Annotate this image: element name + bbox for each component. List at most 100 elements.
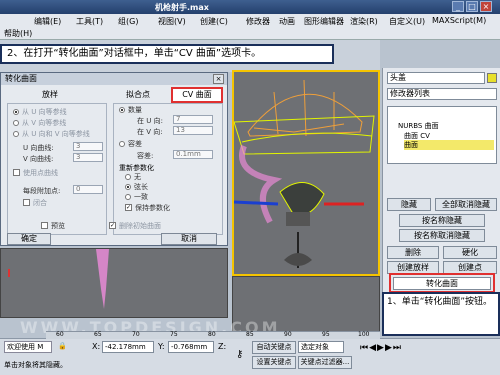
object-name-field[interactable]: 头盖	[387, 72, 485, 84]
viewport-perspective[interactable]	[232, 70, 380, 276]
unhide-by-name-button[interactable]: 按名称取消隐藏	[399, 229, 485, 242]
menu-group[interactable]: 组(G)	[118, 16, 138, 27]
convert-surface-dialog: 转化曲面 × 放样 拟合点 CV 曲面 从 U 向等参线 从 V 向等参线 从 …	[0, 72, 228, 246]
object-color-swatch[interactable]	[487, 73, 497, 83]
tolerance-spinner[interactable]: 0.1mm	[173, 150, 213, 159]
modifier-list-label: 修改器列表	[390, 89, 430, 98]
menu-rendering[interactable]: 渲染(R)	[350, 16, 378, 27]
tick-65: 65	[94, 331, 102, 338]
in-v-label: 在 V 向:	[137, 128, 163, 136]
auto-key-button[interactable]: 自动关键点	[252, 341, 296, 354]
menu-graph-editors[interactable]: 图形编辑器	[304, 16, 344, 27]
tab-fit-points[interactable]: 拟合点	[111, 89, 165, 101]
keep-params-label: 保持参数化	[135, 204, 170, 212]
from-uv-iso-label: 从 U 向和 V 向等参线	[22, 130, 90, 138]
in-u-spinner[interactable]: 7	[173, 115, 213, 124]
close-checkbox[interactable]	[23, 199, 30, 206]
from-u-iso-label: 从 U 向等参线	[22, 108, 67, 116]
x-label: X:	[92, 342, 101, 351]
delete-button[interactable]: 删除	[387, 246, 439, 259]
chord-length-label: 弦长	[134, 183, 148, 191]
dialog-title: 转化曲面	[1, 73, 227, 85]
uniform-label: 一致	[134, 193, 148, 201]
playback-controls[interactable]: ⏮◀▶▶⏭	[360, 343, 402, 353]
x-coordinate-field[interactable]: -42.178mm	[102, 341, 154, 353]
u-curves-spinner[interactable]: 3	[73, 142, 103, 151]
from-v-iso-radio[interactable]	[13, 120, 19, 126]
y-label: Y:	[158, 342, 165, 351]
menu-tools[interactable]: 工具(T)	[76, 16, 103, 27]
in-v-spinner[interactable]: 13	[173, 126, 213, 135]
delete-original-label: 删除初始曲面	[119, 222, 161, 230]
viewport-front-graphics	[8, 249, 109, 309]
menu-bar: 编辑(E) 工具(T) 组(G) 视图(V) 创建(C) 修改器 动画 图形编辑…	[0, 14, 500, 40]
keep-params-checkbox[interactable]: ✓	[125, 204, 132, 211]
close-button[interactable]: ×	[480, 1, 492, 12]
v-curves-spinner[interactable]: 3	[73, 153, 103, 162]
modifier-list-dropdown[interactable]: 修改器列表	[387, 88, 497, 100]
from-uv-iso-radio[interactable]	[13, 131, 19, 137]
tick-85: 85	[246, 331, 254, 338]
extra-points-label: 每段附加点:	[23, 187, 61, 195]
cancel-button[interactable]: 取消	[161, 233, 217, 245]
tick-60: 60	[56, 331, 64, 338]
menu-create[interactable]: 创建(C)	[200, 16, 228, 27]
menu-help[interactable]: 帮助(H)	[4, 28, 32, 39]
use-point-curves-label: 使用点曲线	[23, 169, 58, 177]
perspective-graphics	[233, 79, 375, 268]
tab-loft[interactable]: 放样	[9, 89, 91, 101]
menu-customize[interactable]: 自定义(U)	[389, 16, 425, 27]
unhide-all-button[interactable]: 全部取消隐藏	[435, 198, 497, 211]
tick-90: 90	[284, 331, 292, 338]
reparam-none-label: 无	[134, 173, 141, 181]
y-coordinate-field[interactable]: -0.768mm	[168, 341, 214, 353]
cv-tab-highlight	[171, 87, 223, 103]
use-point-curves-checkbox[interactable]	[13, 169, 20, 176]
window-title: 机枪射手.max	[155, 3, 209, 12]
from-u-iso-radio[interactable]	[13, 109, 19, 115]
viewport-front[interactable]	[0, 248, 228, 318]
menu-views[interactable]: 视图(V)	[158, 16, 186, 27]
tolerance-label: 容差:	[137, 152, 154, 160]
stack-item-nurbs[interactable]: NURBS 曲面	[398, 121, 439, 131]
chord-length-radio[interactable]	[125, 184, 131, 190]
tick-95: 95	[322, 331, 330, 338]
ok-button[interactable]: 确定	[7, 233, 51, 245]
from-v-iso-label: 从 V 向等参线	[22, 119, 67, 127]
in-u-label: 在 U 向:	[137, 117, 163, 125]
minimize-button[interactable]: _	[452, 1, 464, 12]
count-radio[interactable]	[119, 107, 125, 113]
title-bar: 机枪射手.max _ □ ×	[0, 0, 500, 14]
reparam-none-radio[interactable]	[125, 174, 131, 180]
preview-label: 预览	[51, 222, 65, 230]
set-key-button[interactable]: 设置关键点	[252, 356, 296, 369]
z-label: Z:	[218, 342, 227, 351]
harden-button[interactable]: 硬化	[443, 246, 497, 259]
tick-70: 70	[132, 331, 140, 338]
dialog-close-icon[interactable]: ×	[213, 74, 224, 84]
menu-maxscript[interactable]: MAXScript(M)	[432, 16, 486, 25]
menu-modifiers[interactable]: 修改器	[246, 16, 270, 27]
key-filters-button[interactable]: 关键点过滤器...	[298, 356, 352, 369]
preview-checkbox[interactable]	[41, 222, 48, 229]
menu-edit[interactable]: 编辑(E)	[34, 16, 61, 27]
uniform-radio[interactable]	[125, 194, 131, 200]
tick-100: 100	[358, 331, 370, 338]
selected-object-dropdown[interactable]: 选定对象	[298, 341, 344, 353]
delete-original-checkbox[interactable]: ✓	[109, 222, 116, 229]
timeline-ruler[interactable]: 60 65 70 75 80 85 90 95 100	[46, 331, 380, 339]
welcome-field: 欢迎使用 M	[4, 341, 52, 353]
hide-button[interactable]: 隐藏	[387, 198, 431, 211]
tolerance-option-label: 容差	[128, 140, 142, 148]
prompt-line: 单击对象将其隐藏。	[4, 361, 67, 369]
tick-75: 75	[170, 331, 178, 338]
stack-item-surface[interactable]: 曲面	[404, 140, 494, 150]
tolerance-radio[interactable]	[119, 141, 125, 147]
maximize-button[interactable]: □	[466, 1, 478, 12]
lock-icon[interactable]: 🔒	[58, 342, 67, 350]
extra-points-spinner[interactable]: 0	[73, 185, 103, 194]
hide-by-name-button[interactable]: 按名称隐藏	[399, 214, 485, 227]
count-label: 数量	[128, 106, 142, 114]
status-bar: 欢迎使用 M 🔒 X: -42.178mm Y: -0.768mm Z: 自动关…	[0, 338, 500, 375]
menu-animation[interactable]: 动画	[279, 16, 295, 27]
